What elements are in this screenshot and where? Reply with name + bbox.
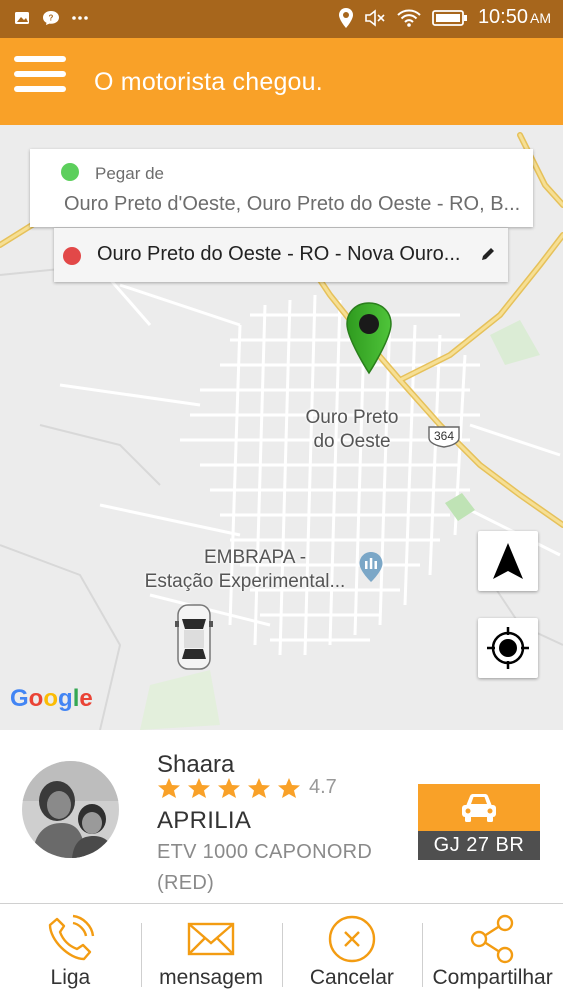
more-dots-icon [72, 16, 88, 20]
pickup-label: Pegar de [95, 164, 164, 183]
action-bar: Liga mensagem Cancelar Compartilhar [0, 905, 563, 1000]
phone-icon [49, 914, 95, 961]
map-city-label: Ouro Preto do Oeste [305, 407, 399, 452]
google-logo: Google [10, 685, 93, 712]
envelope-icon [187, 922, 235, 956]
road-shield-icon: 364 [428, 426, 460, 448]
page-title: O motorista chegou. [94, 68, 323, 96]
call-button[interactable]: Liga [0, 905, 141, 1000]
mute-icon [365, 8, 385, 27]
pickup-dot-icon [61, 163, 79, 181]
status-time: 10:50 AM [477, 6, 551, 28]
star-icon [248, 777, 270, 798]
vehicle-model: ETV 1000 CAPONORD [157, 841, 373, 863]
poi-marker-icon [359, 552, 383, 582]
driver-name: Shaara [157, 751, 235, 778]
dropoff-address: Ouro Preto do Oeste - RO - Nova Ouro... [97, 243, 461, 265]
hamburger-menu-icon[interactable] [14, 56, 66, 100]
dropoff-card[interactable]: Ouro Preto do Oeste - RO - Nova Ouro... [54, 228, 508, 282]
plate-number: GJ 27 BR [418, 831, 540, 860]
map-pin-icon [346, 302, 392, 375]
my-location-button[interactable] [478, 618, 538, 678]
navigation-arrow-icon [493, 543, 523, 579]
share-label: Compartilhar [432, 966, 553, 989]
cancel-label: Cancelar [309, 966, 394, 989]
pickup-card[interactable]: Pegar de Ouro Preto d'Oeste, Ouro Preto … [30, 149, 533, 227]
svg-text:?: ? [49, 14, 54, 23]
star-icon [218, 777, 240, 798]
car-icon [175, 604, 213, 670]
svg-text:364: 364 [434, 429, 454, 443]
call-label: Liga [50, 966, 91, 989]
battery-icon [432, 9, 467, 26]
star-icon [278, 777, 300, 798]
pencil-icon[interactable] [480, 246, 496, 262]
map-poi-label: EMBRAPA - Estação Experimental... [144, 547, 346, 592]
pickup-address: Ouro Preto d'Oeste, Ouro Preto do Oeste … [64, 193, 521, 215]
share-icon [470, 914, 513, 964]
dropoff-dot-icon [63, 247, 81, 265]
star-icon [188, 777, 210, 798]
vehicle-brand: APRILIA [157, 807, 252, 834]
driver-avatar [22, 761, 119, 858]
image-icon [15, 12, 29, 24]
message-label: mensagem [159, 966, 264, 989]
wifi-icon [397, 9, 421, 27]
message-button[interactable]: mensagem [140, 905, 282, 1000]
driver-panel: Shaara 4.7 APRILIA ETV 1000 CAPONORD (RE… [0, 730, 563, 904]
cancel-circle-icon [328, 915, 376, 963]
driver-rating: 4.7 [157, 776, 337, 799]
taxi-icon [462, 794, 496, 822]
rating-value: 4.7 [309, 776, 337, 798]
plate-badge: GJ 27 BR [418, 784, 540, 860]
cancel-button[interactable]: Cancelar [281, 905, 423, 1000]
navigate-button[interactable] [478, 531, 538, 591]
status-bar: ? 10:50 AM [0, 0, 563, 38]
star-icon [158, 777, 180, 798]
map-view[interactable]: Pegar de Ouro Preto d'Oeste, Ouro Preto … [0, 125, 563, 730]
app-bar: O motorista chegou. [0, 38, 563, 125]
share-button[interactable]: Compartilhar [422, 905, 563, 1000]
crosshair-icon [487, 627, 529, 669]
vehicle-color: (RED) [157, 872, 215, 894]
location-icon [338, 7, 353, 28]
chat-icon: ? [43, 11, 59, 25]
